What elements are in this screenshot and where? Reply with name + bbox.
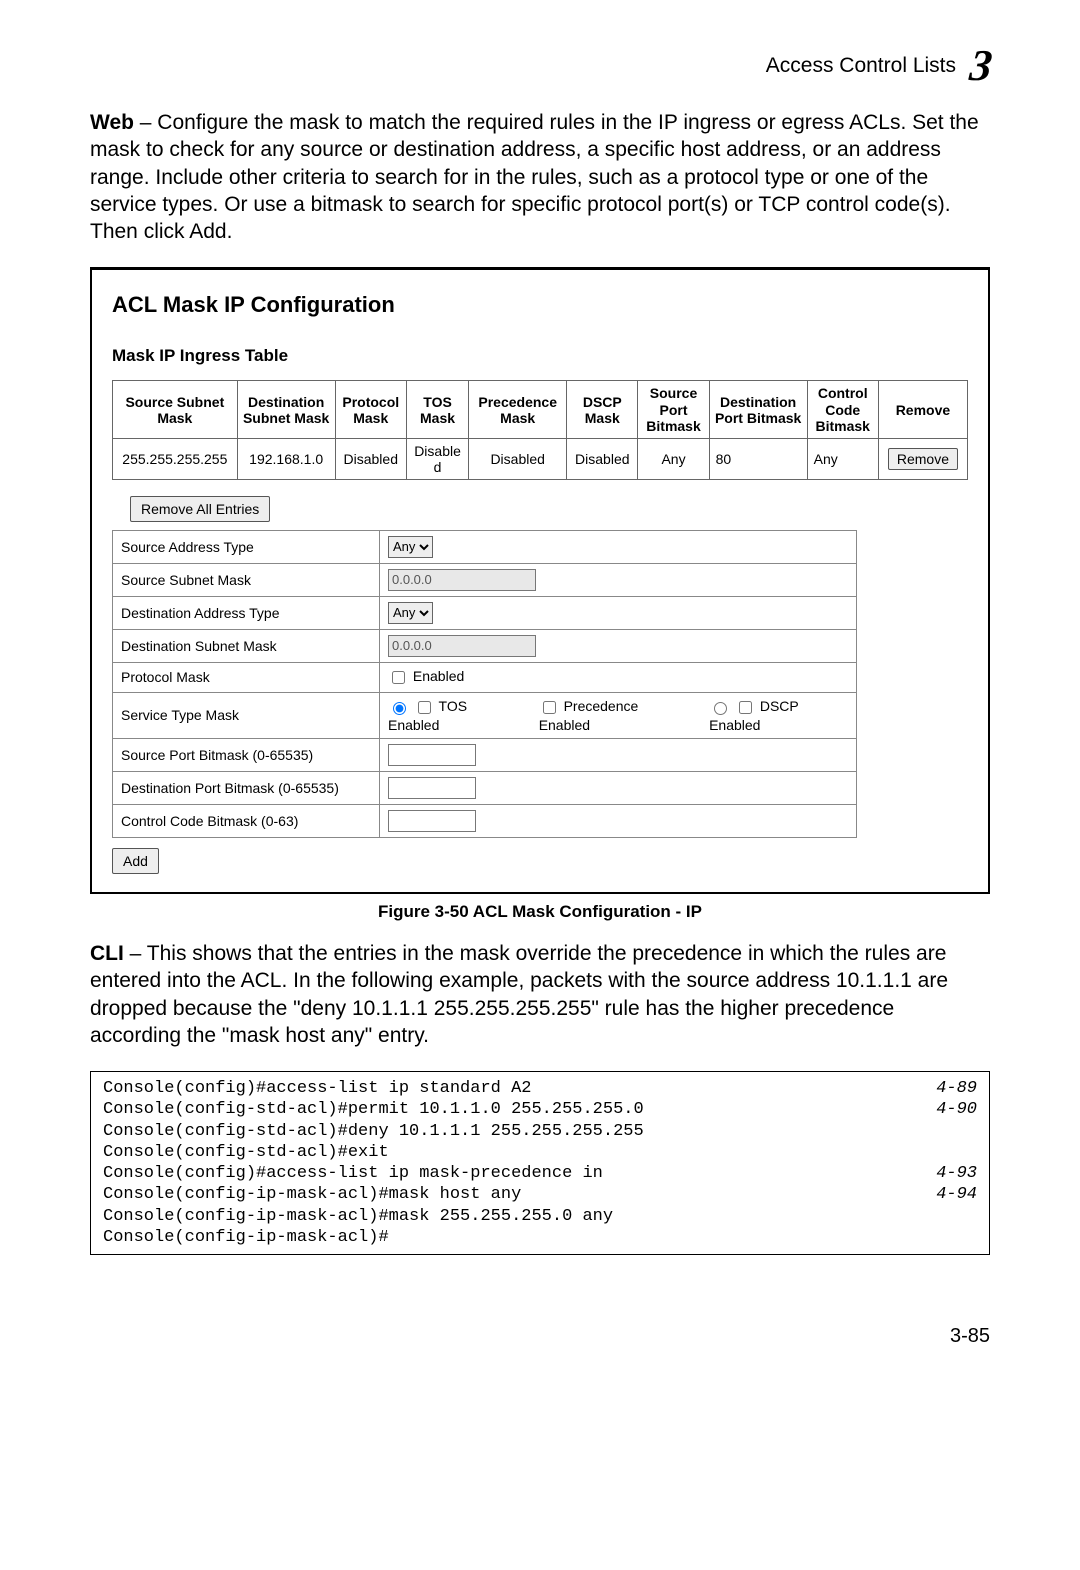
figure-box: ACL Mask IP Configuration Mask IP Ingres… — [90, 267, 990, 893]
ccode-bitmask-label: Control Code Bitmask (0-63) — [113, 804, 380, 837]
web-paragraph: Web – Configure the mask to match the re… — [90, 109, 990, 245]
cell-proto: Disabled — [335, 438, 406, 479]
cell-prec: Disabled — [469, 438, 567, 479]
col-proto-mask: Protocol Mask — [335, 381, 406, 438]
prec-enabled-checkbox[interactable] — [543, 701, 556, 714]
tos-enabled-checkbox[interactable] — [418, 701, 431, 714]
remove-row-button[interactable]: Remove — [888, 448, 958, 470]
dst-addr-type-select[interactable]: Any — [388, 602, 433, 624]
ccode-bitmask-input[interactable] — [388, 810, 476, 832]
page-header: Access Control Lists 3 — [90, 40, 990, 91]
proto-mask-enabled-text: Enabled — [413, 668, 464, 684]
dscp-radio[interactable] — [714, 702, 727, 715]
dscp-group: DSCP Enabled — [709, 698, 848, 733]
tos-group: TOS Enabled — [388, 698, 517, 733]
cell-dst: 192.168.1.0 — [237, 438, 335, 479]
cell-sport: Any — [638, 438, 709, 479]
sport-bitmask-input[interactable] — [388, 744, 476, 766]
prec-group: Precedence Enabled — [539, 698, 687, 733]
cell-ccode: Any — [807, 438, 878, 479]
service-type-label: Service Type Mask — [113, 692, 380, 738]
col-remove: Remove — [878, 381, 967, 438]
dst-addr-type-label: Destination Address Type — [113, 596, 380, 629]
src-addr-type-label: Source Address Type — [113, 530, 380, 563]
proto-mask-enabled-checkbox[interactable] — [392, 671, 405, 684]
cell-dscp: Disabled — [567, 438, 638, 479]
mask-ip-ingress-table: Source Subnet Mask Destination Subnet Ma… — [112, 380, 968, 479]
dst-subnet-input[interactable] — [388, 635, 536, 657]
col-sport-mask: Source Port Bitmask — [638, 381, 709, 438]
cli-paragraph: CLI – This shows that the entries in the… — [90, 940, 990, 1049]
cell-src: 255.255.255.255 — [113, 438, 238, 479]
console-output: 4-89Console(config)#access-list ip stand… — [90, 1071, 990, 1255]
dscp-enabled-checkbox[interactable] — [739, 701, 752, 714]
chapter-number: 3 — [967, 40, 992, 91]
src-addr-type-select[interactable]: Any — [388, 536, 433, 558]
col-prec-mask: Precedence Mask — [469, 381, 567, 438]
section-name: Access Control Lists — [766, 54, 956, 78]
add-button[interactable]: Add — [112, 848, 159, 874]
proto-mask-label: Protocol Mask — [113, 662, 380, 692]
dport-bitmask-input[interactable] — [388, 777, 476, 799]
figure-caption: Figure 3-50 ACL Mask Configuration - IP — [90, 902, 990, 922]
table-row: 255.255.255.255 192.168.1.0 Disabled Dis… — [113, 438, 968, 479]
src-subnet-label: Source Subnet Mask — [113, 563, 380, 596]
dst-subnet-label: Destination Subnet Mask — [113, 629, 380, 662]
sport-bitmask-label: Source Port Bitmask (0-65535) — [113, 738, 380, 771]
col-dst-subnet: Destination Subnet Mask — [237, 381, 335, 438]
mask-table-heading: Mask IP Ingress Table — [112, 346, 968, 366]
figure-title: ACL Mask IP Configuration — [112, 292, 968, 318]
col-dscp-mask: DSCP Mask — [567, 381, 638, 438]
cell-dport: 80 — [709, 438, 807, 479]
src-subnet-input[interactable] — [388, 569, 536, 591]
col-src-subnet: Source Subnet Mask — [113, 381, 238, 438]
cell-tos: Disabled — [406, 438, 468, 479]
col-ccode-mask: Control Code Bitmask — [807, 381, 878, 438]
mask-config-form: Source Address Type Any Source Subnet Ma… — [112, 530, 857, 838]
dport-bitmask-label: Destination Port Bitmask (0-65535) — [113, 771, 380, 804]
col-dport-mask: Destination Port Bitmask — [709, 381, 807, 438]
tos-radio[interactable] — [393, 702, 406, 715]
remove-all-button[interactable]: Remove All Entries — [130, 496, 270, 522]
proto-mask-enabled-wrap: Enabled — [388, 668, 464, 684]
page-number: 3-85 — [90, 1325, 990, 1348]
col-tos-mask: TOS Mask — [406, 381, 468, 438]
